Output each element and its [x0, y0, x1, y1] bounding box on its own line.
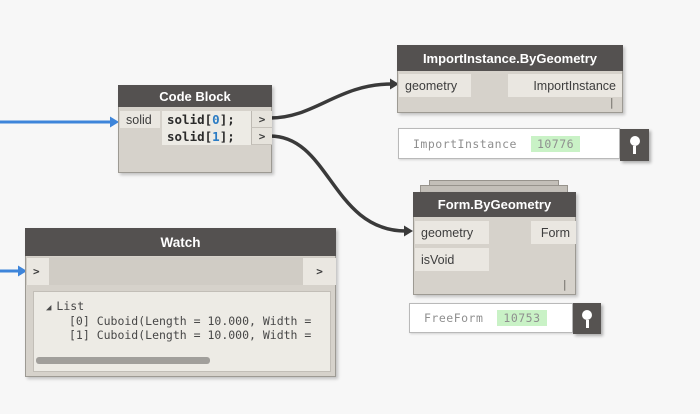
preview-bubble-freeform[interactable]: FreeForm 10753 — [409, 303, 573, 333]
output-port-solid1[interactable]: > — [251, 128, 272, 145]
watch-list-item: [1] Cuboid(Length = 10.000, Width = — [34, 328, 330, 343]
code-line: solid[1]; — [162, 128, 251, 145]
pin-icon — [630, 136, 640, 146]
dynamo-graph-canvas[interactable]: Code Block solid solid[0]; solid[1]; > >… — [0, 0, 700, 414]
output-port-solid0[interactable]: > — [251, 111, 272, 128]
code-text: solid[ — [167, 129, 212, 144]
input-port-geometry[interactable]: geometry — [415, 221, 489, 244]
code-block-title[interactable]: Code Block — [118, 85, 272, 107]
watch-title[interactable]: Watch — [25, 228, 336, 256]
preview-label: ImportInstance — [413, 137, 517, 151]
preview-value-chip: 10776 — [531, 136, 580, 152]
pin-icon-stem — [586, 320, 589, 328]
lacing-indicator[interactable]: | — [608, 96, 615, 109]
lacing-indicator[interactable]: | — [561, 278, 568, 291]
node-form-bygeometry[interactable]: Form.ByGeometry geometry isVoid Form | — [413, 192, 576, 295]
wire-codeblock-to-importinstance[interactable] — [270, 79, 399, 119]
code-text: ]; — [220, 112, 235, 127]
watch-list-item: [0] Cuboid(Length = 10.000, Width = — [34, 314, 330, 329]
code-editor[interactable]: solid[0]; solid[1]; — [162, 111, 251, 145]
pin-icon — [582, 310, 592, 320]
input-port-geometry[interactable]: geometry — [399, 74, 471, 97]
expander-icon[interactable]: ◢ — [46, 301, 51, 316]
node-importinstance-bygeometry[interactable]: ImportInstance.ByGeometry geometry Impor… — [397, 45, 623, 113]
code-text: ]; — [220, 129, 235, 144]
pin-preview-button[interactable] — [573, 303, 601, 334]
watch-list-panel[interactable]: ◢ List [0] Cuboid(Length = 10.000, Width … — [33, 291, 331, 372]
wire-input-to-codeblock[interactable] — [0, 117, 119, 128]
output-port-form[interactable]: Form — [531, 221, 576, 244]
code-line: solid[0]; — [162, 111, 251, 128]
wire-input-to-watch[interactable] — [0, 266, 27, 277]
preview-value-chip: 10753 — [497, 310, 546, 326]
node-code-block[interactable]: Code Block solid solid[0]; solid[1]; > > — [118, 85, 272, 173]
input-port-solid[interactable]: solid — [120, 111, 160, 128]
watch-port-row — [26, 257, 335, 285]
watch-input-port[interactable]: > — [27, 258, 49, 285]
code-number: 1 — [212, 129, 220, 144]
code-number: 0 — [212, 112, 220, 127]
pin-preview-button[interactable] — [620, 129, 649, 161]
preview-bubble-importinstance[interactable]: ImportInstance 10776 — [398, 128, 620, 159]
watch-output-port[interactable]: > — [303, 258, 336, 285]
input-port-isvoid[interactable]: isVoid — [415, 248, 489, 271]
preview-label: FreeForm — [424, 311, 483, 325]
code-text: solid[ — [167, 112, 212, 127]
node-watch[interactable]: Watch > > ◢ List [0] Cuboid(Length = 10.0… — [25, 228, 336, 377]
watch-list-root[interactable]: ◢ List — [34, 292, 330, 314]
wire-codeblock-to-form[interactable] — [270, 136, 413, 237]
watch-root-label: List — [56, 299, 84, 313]
form-title[interactable]: Form.ByGeometry — [413, 192, 576, 217]
pin-icon-stem — [633, 146, 636, 154]
horizontal-scrollbar-thumb[interactable] — [36, 357, 210, 364]
importinstance-title[interactable]: ImportInstance.ByGeometry — [397, 45, 623, 71]
output-port-importinstance[interactable]: ImportInstance — [508, 74, 622, 97]
